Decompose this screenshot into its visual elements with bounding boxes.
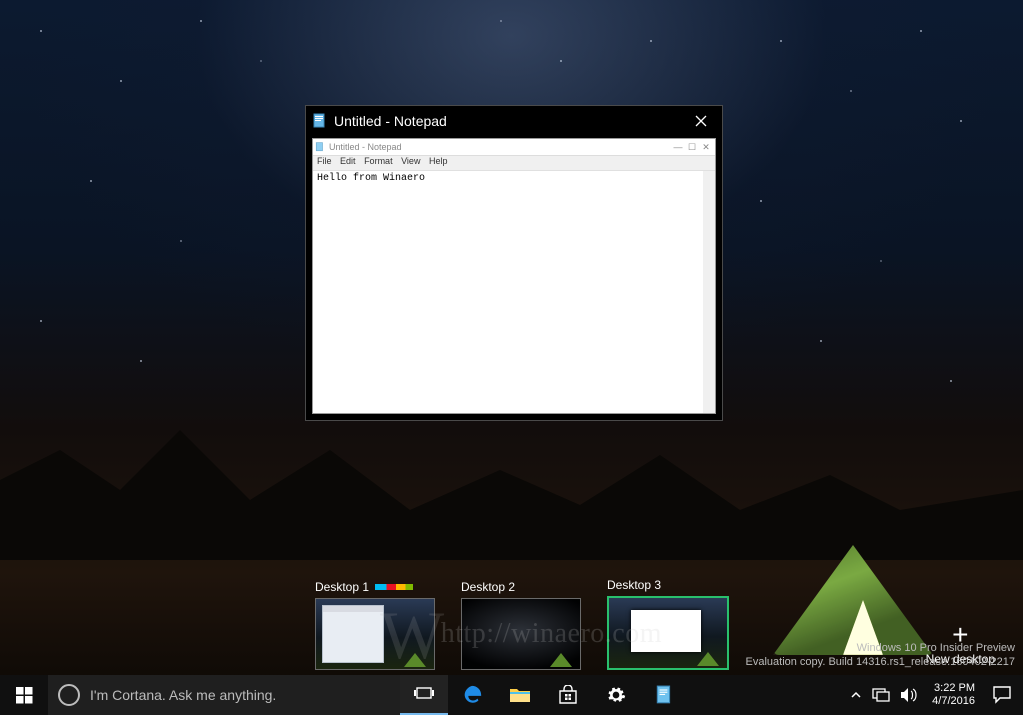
start-button[interactable] — [0, 675, 48, 715]
clock-time: 3:22 PM — [932, 682, 975, 695]
build-line-1: Windows 10 Pro Insider Preview — [746, 641, 1016, 655]
menu-format: Format — [364, 156, 393, 166]
virtual-desktop-3[interactable]: Desktop 3 — [607, 578, 727, 670]
thumb-menubar: File Edit Format View Help — [313, 156, 715, 171]
clock-date: 4/7/2016 — [932, 695, 975, 708]
window-thumbnail[interactable]: Untitled - Notepad — ☐ ✕ File Edit Forma… — [312, 138, 716, 414]
window-card-header: Untitled - Notepad — [306, 106, 722, 136]
taskview-window-card[interactable]: Untitled - Notepad Untitled - Notepad — … — [305, 105, 723, 421]
file-explorer-button[interactable] — [496, 675, 544, 715]
vd-label: Desktop 2 — [461, 580, 515, 594]
build-line-2: Evaluation copy. Build 14316.rs1_release… — [746, 655, 1016, 669]
cortana-icon — [58, 684, 80, 706]
vd-accent-bar — [375, 584, 413, 590]
taskbar-clock[interactable]: 3:22 PM 4/7/2016 — [926, 675, 981, 715]
thumb-title: Untitled - Notepad — [325, 142, 671, 152]
thumb-notepad-icon — [315, 142, 325, 152]
thumb-titlebar: Untitled - Notepad — ☐ ✕ — [313, 139, 715, 156]
gear-icon — [606, 685, 626, 705]
notepad-icon — [655, 685, 673, 705]
close-icon — [695, 115, 707, 127]
menu-edit: Edit — [340, 156, 356, 166]
cortana-search[interactable]: I'm Cortana. Ask me anything. — [48, 675, 400, 715]
task-view-icon — [414, 686, 434, 702]
edge-button[interactable] — [448, 675, 496, 715]
store-icon — [558, 685, 578, 705]
volume-icon[interactable] — [900, 687, 918, 703]
system-tray — [846, 675, 926, 715]
taskbar: I'm Cortana. Ask me anything. — [0, 675, 1023, 715]
windows-icon — [16, 687, 33, 704]
network-icon[interactable] — [872, 688, 890, 702]
menu-view: View — [401, 156, 420, 166]
vd-label: Desktop 1 — [315, 580, 369, 594]
action-center-icon — [993, 686, 1011, 704]
window-card-title: Untitled - Notepad — [330, 113, 686, 129]
tray-overflow-button[interactable] — [850, 689, 862, 701]
vd-thumb — [461, 598, 581, 670]
store-button[interactable] — [544, 675, 592, 715]
notepad-icon — [310, 113, 330, 129]
settings-button[interactable] — [592, 675, 640, 715]
folder-icon — [509, 686, 531, 704]
notepad-taskbar-button[interactable] — [640, 675, 688, 715]
thumb-body-text: Hello from Winaero — [313, 171, 715, 413]
thumb-maximize-icon: ☐ — [685, 142, 699, 153]
thumb-minimize-icon: — — [671, 142, 685, 152]
cortana-placeholder: I'm Cortana. Ask me anything. — [90, 687, 276, 703]
menu-file: File — [317, 156, 332, 166]
task-view-button[interactable] — [400, 675, 448, 715]
virtual-desktop-2[interactable]: Desktop 2 — [461, 580, 581, 670]
vd-label: Desktop 3 — [607, 578, 661, 592]
thumb-close-icon: ✕ — [699, 142, 713, 153]
vd-thumb — [607, 596, 729, 670]
close-button[interactable] — [686, 115, 716, 127]
vd-thumb — [315, 598, 435, 670]
menu-help: Help — [429, 156, 448, 166]
virtual-desktop-1[interactable]: Desktop 1 — [315, 580, 435, 670]
build-info: Windows 10 Pro Insider Preview Evaluatio… — [746, 641, 1016, 669]
edge-icon — [461, 684, 483, 706]
action-center-button[interactable] — [981, 675, 1023, 715]
